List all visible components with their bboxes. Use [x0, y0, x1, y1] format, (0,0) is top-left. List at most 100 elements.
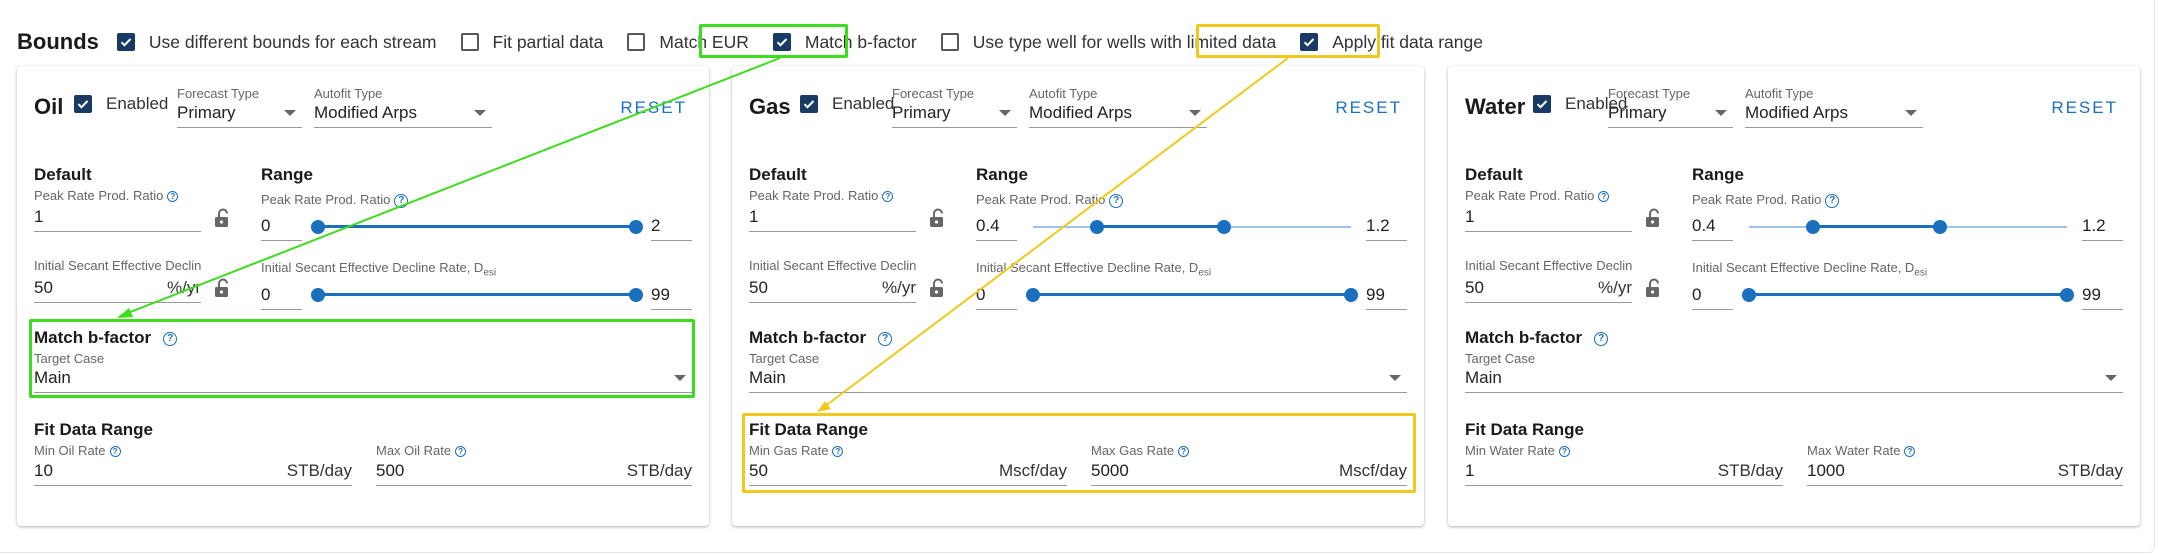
slider-thumb-min[interactable] [1026, 288, 1040, 302]
autofit-type-select[interactable]: Modified Arps [1029, 98, 1207, 128]
autofit-type-select[interactable]: Modified Arps [1745, 98, 1923, 128]
chevron-down-icon [2105, 374, 2117, 381]
peak-range-slider[interactable] [1033, 217, 1351, 237]
checkbox-icon[interactable] [627, 33, 646, 51]
min-rate-input[interactable]: 10 STB/day [34, 456, 352, 486]
slider-thumb-max[interactable] [629, 220, 643, 234]
lock-open-icon[interactable] [929, 208, 947, 228]
forecast-type-select[interactable]: Primary [892, 98, 1017, 128]
peak-max-value: 2 [651, 215, 661, 235]
peak-max-input[interactable]: 1.2 [2082, 211, 2123, 241]
peak-min-input[interactable]: 0.4 [976, 211, 1017, 241]
target-case-select[interactable]: Main [749, 363, 1407, 393]
match-b-factor-highlight [699, 24, 848, 58]
slider-thumb-min[interactable] [1089, 220, 1104, 234]
reset-button[interactable]: RESET [620, 98, 687, 118]
info-icon[interactable]: ? [882, 191, 894, 203]
checkbox-icon[interactable] [800, 95, 818, 113]
enabled-toggle[interactable]: Enabled [74, 94, 168, 114]
decline-default-input[interactable]: 50 %/yr [34, 273, 201, 303]
decline-max-input[interactable]: 99 [1366, 280, 1407, 310]
enabled-label: Enabled [832, 94, 895, 113]
checkbox-icon[interactable] [74, 95, 92, 113]
checkbox-icon[interactable] [940, 33, 959, 51]
slider-thumb-max[interactable] [1216, 220, 1231, 234]
forecast-type-select[interactable]: Primary [1608, 98, 1733, 128]
checkbox-icon[interactable] [1533, 95, 1551, 113]
match-b-factor-title: Match b-factor [1465, 328, 1583, 347]
peak-rate-label: Peak Rate Prod. Ratio? [34, 188, 179, 203]
stream-title: Water [1465, 94, 1526, 119]
max-rate-input[interactable]: 500 STB/day [376, 456, 692, 486]
decline-range-slider[interactable] [1026, 285, 1358, 305]
max-rate-input[interactable]: 1000 STB/day [1807, 456, 2123, 486]
lock-open-icon[interactable] [1645, 208, 1663, 228]
decline-default-value: 50 [1465, 277, 1484, 297]
match-b-factor-title: Match b-factor [749, 328, 867, 347]
stream-title: Gas [749, 94, 791, 119]
slider-thumb-max[interactable] [629, 288, 643, 302]
decline-min-input[interactable]: 0 [261, 280, 302, 310]
bounds-title: Bounds [17, 29, 99, 54]
lock-open-icon[interactable] [214, 208, 232, 228]
reset-button[interactable]: RESET [1335, 98, 1402, 118]
autofit-type-select[interactable]: Modified Arps [314, 98, 492, 128]
min-rate-input[interactable]: 1 STB/day [1465, 456, 1783, 486]
peak-default-input[interactable]: 1 [34, 202, 201, 232]
decline-label-short: Initial Secant Effective Decline F [749, 258, 916, 273]
peak-min-value: 0 [261, 215, 271, 235]
slider-thumb-min[interactable] [311, 220, 325, 234]
enabled-toggle[interactable]: Enabled [800, 94, 894, 114]
decline-max-input[interactable]: 99 [2082, 280, 2123, 310]
peak-max-input[interactable]: 1.2 [1366, 211, 1407, 241]
decline-min-input[interactable]: 0 [1692, 280, 1733, 310]
decline-default-input[interactable]: 50 %/yr [1465, 273, 1632, 303]
peak-min-input[interactable]: 0.4 [1692, 211, 1733, 241]
target-case-select[interactable]: Main [1465, 363, 2123, 393]
info-icon[interactable]: ? [167, 191, 179, 203]
peak-default-input[interactable]: 1 [1465, 202, 1632, 232]
use-different-bounds-option[interactable]: Use different bounds for each stream [116, 32, 437, 53]
slider-thumb-min[interactable] [1805, 220, 1820, 234]
peak-range-label-text: Peak Rate Prod. Ratio [976, 192, 1106, 207]
slider-thumb-max[interactable] [1932, 220, 1947, 234]
slider-thumb-min[interactable] [1742, 288, 1756, 302]
default-heading: Default [34, 165, 92, 184]
decline-max-value: 99 [1366, 284, 1385, 304]
decline-default-input[interactable]: 50 %/yr [749, 273, 916, 303]
decline-max-input[interactable]: 99 [651, 280, 692, 310]
decline-min-input[interactable]: 0 [976, 280, 1017, 310]
peak-max-input[interactable]: 2 [651, 211, 692, 241]
slider-track [1033, 293, 1351, 296]
info-icon[interactable]: ? [878, 331, 893, 346]
fit-partial-data-option[interactable]: Fit partial data [460, 32, 603, 53]
peak-min-input[interactable]: 0 [261, 211, 302, 241]
info-icon[interactable]: ? [1598, 191, 1610, 203]
slider-thumb-max[interactable] [1344, 288, 1358, 302]
info-icon[interactable]: ? [1594, 331, 1609, 346]
decline-default-value: 50 [34, 277, 53, 297]
info-icon[interactable]: ? [1825, 193, 1840, 208]
rate-unit: STB/day [1717, 460, 1783, 480]
info-icon[interactable]: ? [1109, 193, 1124, 208]
slider-thumb-max[interactable] [2060, 288, 2074, 302]
peak-range-slider[interactable] [311, 217, 643, 237]
decline-range-slider[interactable] [311, 285, 643, 305]
slider-thumb-min[interactable] [311, 288, 325, 302]
forecast-type-value: Primary [892, 102, 951, 122]
peak-rate-label: Peak Rate Prod. Ratio? [1465, 188, 1610, 203]
decline-unit: %/yr [882, 277, 916, 297]
peak-rate-label-text: Peak Rate Prod. Ratio [749, 188, 879, 203]
lock-open-icon[interactable] [1645, 278, 1663, 298]
reset-button[interactable]: RESET [2051, 98, 2118, 118]
forecast-type-select[interactable]: Primary [177, 98, 302, 128]
decline-range-slider[interactable] [1742, 285, 2074, 305]
checkbox-icon[interactable] [460, 33, 479, 51]
lock-open-icon[interactable] [214, 278, 232, 298]
peak-default-input[interactable]: 1 [749, 202, 916, 232]
lock-open-icon[interactable] [929, 278, 947, 298]
peak-range-slider[interactable] [1749, 217, 2067, 237]
peak-max-value: 1.2 [2082, 215, 2106, 235]
checkbox-icon[interactable] [116, 33, 135, 51]
info-icon[interactable]: ? [394, 193, 409, 208]
